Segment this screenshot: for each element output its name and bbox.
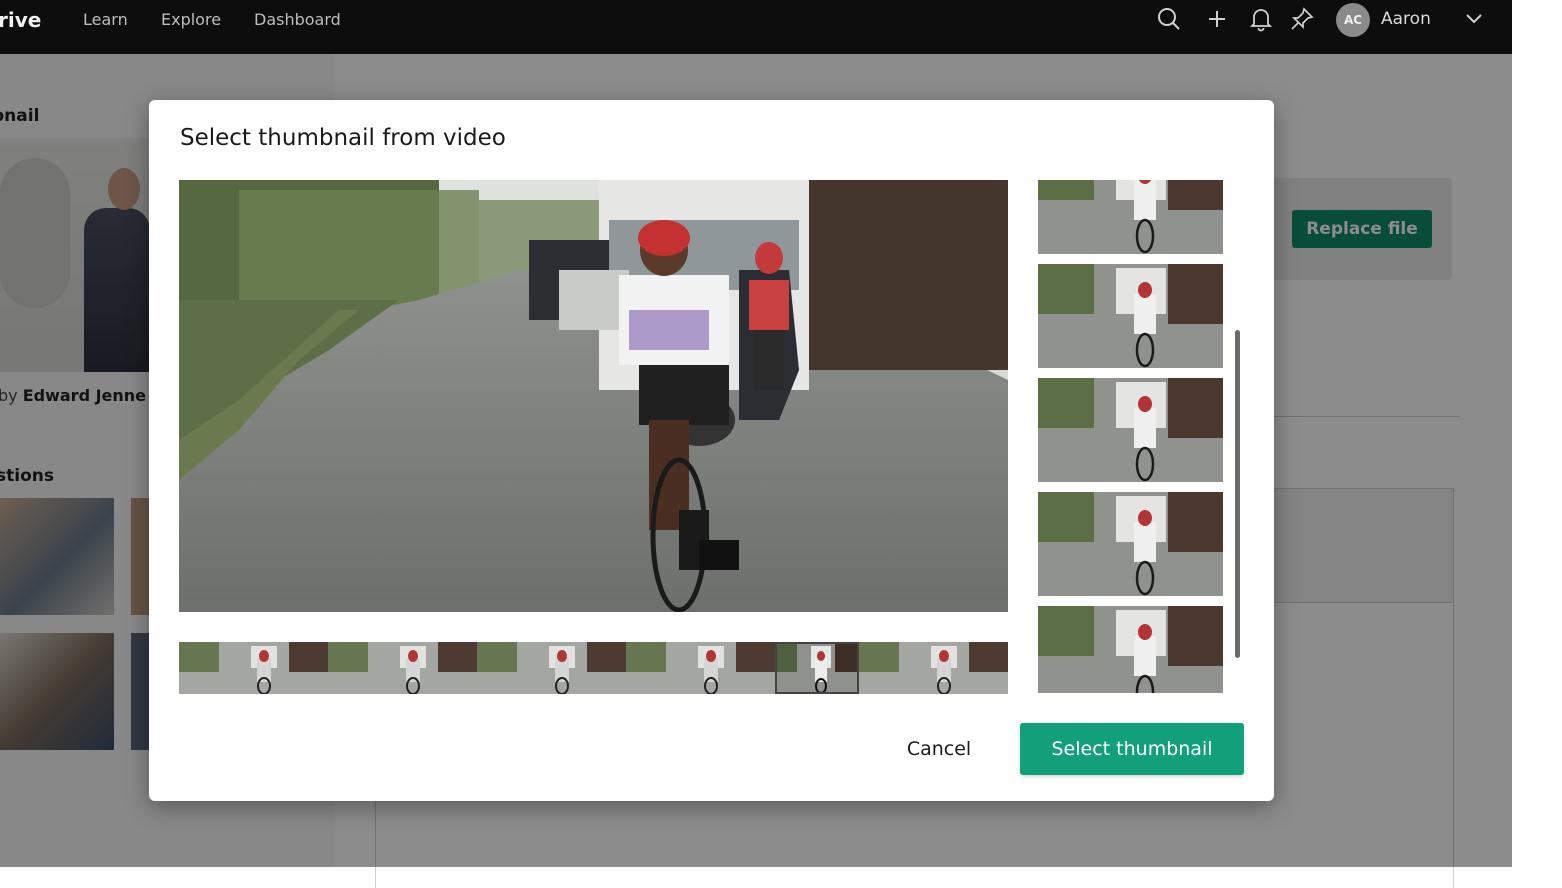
thumbnail-option[interactable] [1038,492,1223,596]
cancel-button[interactable]: Cancel [884,727,994,771]
nav-explore[interactable]: Explore [161,10,221,29]
thumbnail-option[interactable] [1038,606,1223,693]
thumbnail-list-scrollbar[interactable] [1235,330,1240,658]
avatar[interactable]: AC [1336,3,1370,37]
brand-logo[interactable]: rive [0,8,41,32]
filmstrip-frame[interactable] [626,642,775,694]
video-filmstrip[interactable] [179,642,1008,694]
select-thumbnail-button[interactable]: Select thumbnail [1020,723,1244,775]
top-navigation-bar: rive Learn Explore Dashboard AC Aaron [0,0,1512,54]
search-icon[interactable] [1156,6,1182,32]
thumbnail-modal: Select thumbnail from video Cancel Selec… [149,100,1274,801]
nav-dashboard[interactable]: Dashboard [254,10,341,29]
filmstrip-frame[interactable] [859,642,1008,694]
filmstrip-frame[interactable] [477,642,626,694]
window-edge [1512,0,1562,867]
video-frame-preview [179,180,1008,612]
user-name[interactable]: Aaron [1381,9,1431,29]
thumbnail-option[interactable] [1038,264,1223,368]
filmstrip-frame-selected[interactable] [775,642,859,694]
modal-title: Select thumbnail from video [180,125,506,151]
thumbnail-option[interactable] [1038,180,1223,254]
nav-learn[interactable]: Learn [83,10,128,29]
chevron-down-icon[interactable] [1462,7,1486,31]
thumbnail-option[interactable] [1038,378,1223,482]
filmstrip-frame[interactable] [328,642,477,694]
bell-icon[interactable] [1248,6,1274,32]
pin-icon[interactable] [1289,6,1315,32]
thumbnail-list[interactable] [1038,180,1224,693]
filmstrip-frame[interactable] [179,642,328,694]
plus-icon[interactable] [1204,6,1230,32]
